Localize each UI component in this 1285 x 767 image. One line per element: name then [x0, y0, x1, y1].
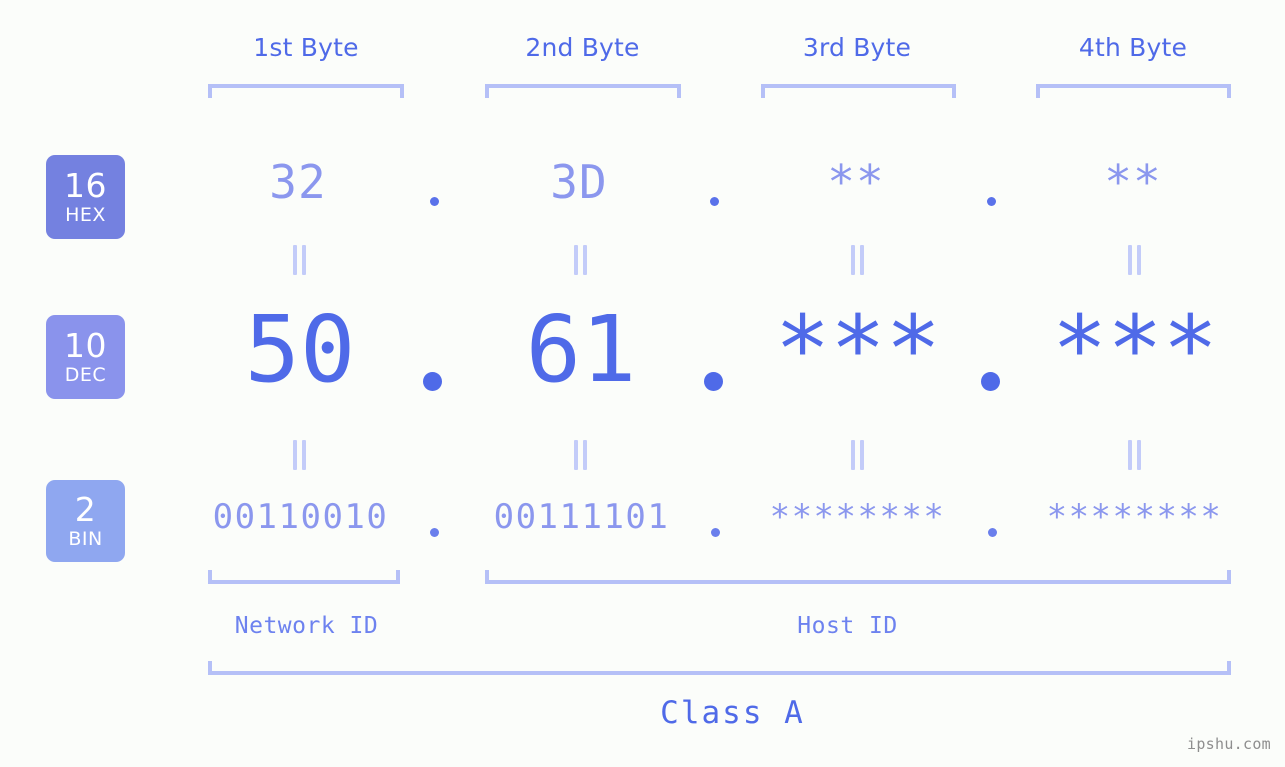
dec-byte-3: *** [774, 296, 942, 403]
radix-badge-hex-name: HEX [65, 204, 106, 226]
radix-badge-bin-name: BIN [68, 528, 103, 550]
hex-dot-separator-1 [430, 197, 439, 206]
byte-header-3: 3rd Byte [802, 33, 912, 62]
radix-badge-bin: 2 BIN [46, 480, 125, 562]
hex-byte-4: ** [1104, 155, 1162, 209]
radix-badge-dec: 10 DEC [46, 315, 125, 399]
radix-badge-dec-name: DEC [64, 364, 107, 386]
radix-badge-hex: 16 HEX [46, 155, 125, 239]
dec-byte-4: *** [1051, 296, 1219, 403]
dec-dot-separator-2 [704, 372, 723, 391]
equals-marker-hex-dec-4 [1126, 245, 1143, 275]
equals-marker-dec-bin-1 [291, 440, 308, 470]
hex-byte-2: 3D [550, 155, 608, 209]
byte-header-1: 1st Byte [253, 33, 359, 62]
host-id-label: Host ID [797, 613, 898, 639]
hex-byte-1: 32 [269, 155, 327, 209]
equals-marker-hex-dec-1 [291, 245, 308, 275]
class-label: Class A [660, 695, 805, 731]
host-id-bracket [485, 570, 1231, 584]
hex-dot-separator-2 [710, 197, 719, 206]
bin-byte-4: ******** [1046, 497, 1223, 537]
radix-badge-bin-base: 2 [74, 490, 97, 529]
bin-dot-separator-1 [430, 528, 439, 537]
dec-byte-1: 50 [244, 296, 356, 403]
dec-byte-2: 61 [525, 296, 637, 403]
equals-marker-hex-dec-3 [849, 245, 866, 275]
byte-header-4: 4th Byte [1078, 33, 1188, 62]
byte-bracket-top-1 [208, 84, 404, 98]
hex-byte-3: ** [827, 155, 885, 209]
dec-dot-separator-1 [423, 372, 442, 391]
bin-dot-separator-3 [988, 528, 997, 537]
dec-dot-separator-3 [981, 372, 1000, 391]
radix-badge-dec-base: 10 [64, 326, 107, 365]
byte-bracket-top-3 [761, 84, 956, 98]
hex-dot-separator-3 [987, 197, 996, 206]
byte-header-2: 2nd Byte [525, 33, 640, 62]
bin-byte-3: ******** [769, 497, 946, 537]
bin-byte-2: 00111101 [493, 497, 670, 537]
byte-bracket-top-2 [485, 84, 681, 98]
watermark: ipshu.com [1187, 735, 1271, 753]
byte-bracket-top-4 [1036, 84, 1231, 98]
bin-dot-separator-2 [711, 528, 720, 537]
network-id-label: Network ID [234, 613, 379, 639]
equals-marker-dec-bin-2 [572, 440, 589, 470]
radix-badge-hex-base: 16 [64, 166, 107, 205]
bin-byte-1: 00110010 [212, 497, 389, 537]
equals-marker-hex-dec-2 [572, 245, 589, 275]
class-bracket [208, 661, 1231, 675]
network-id-bracket [208, 570, 400, 584]
equals-marker-dec-bin-4 [1126, 440, 1143, 470]
equals-marker-dec-bin-3 [849, 440, 866, 470]
ip-address-breakdown-diagram: 1st Byte 2nd Byte 3rd Byte 4th Byte 16 H… [0, 0, 1285, 767]
